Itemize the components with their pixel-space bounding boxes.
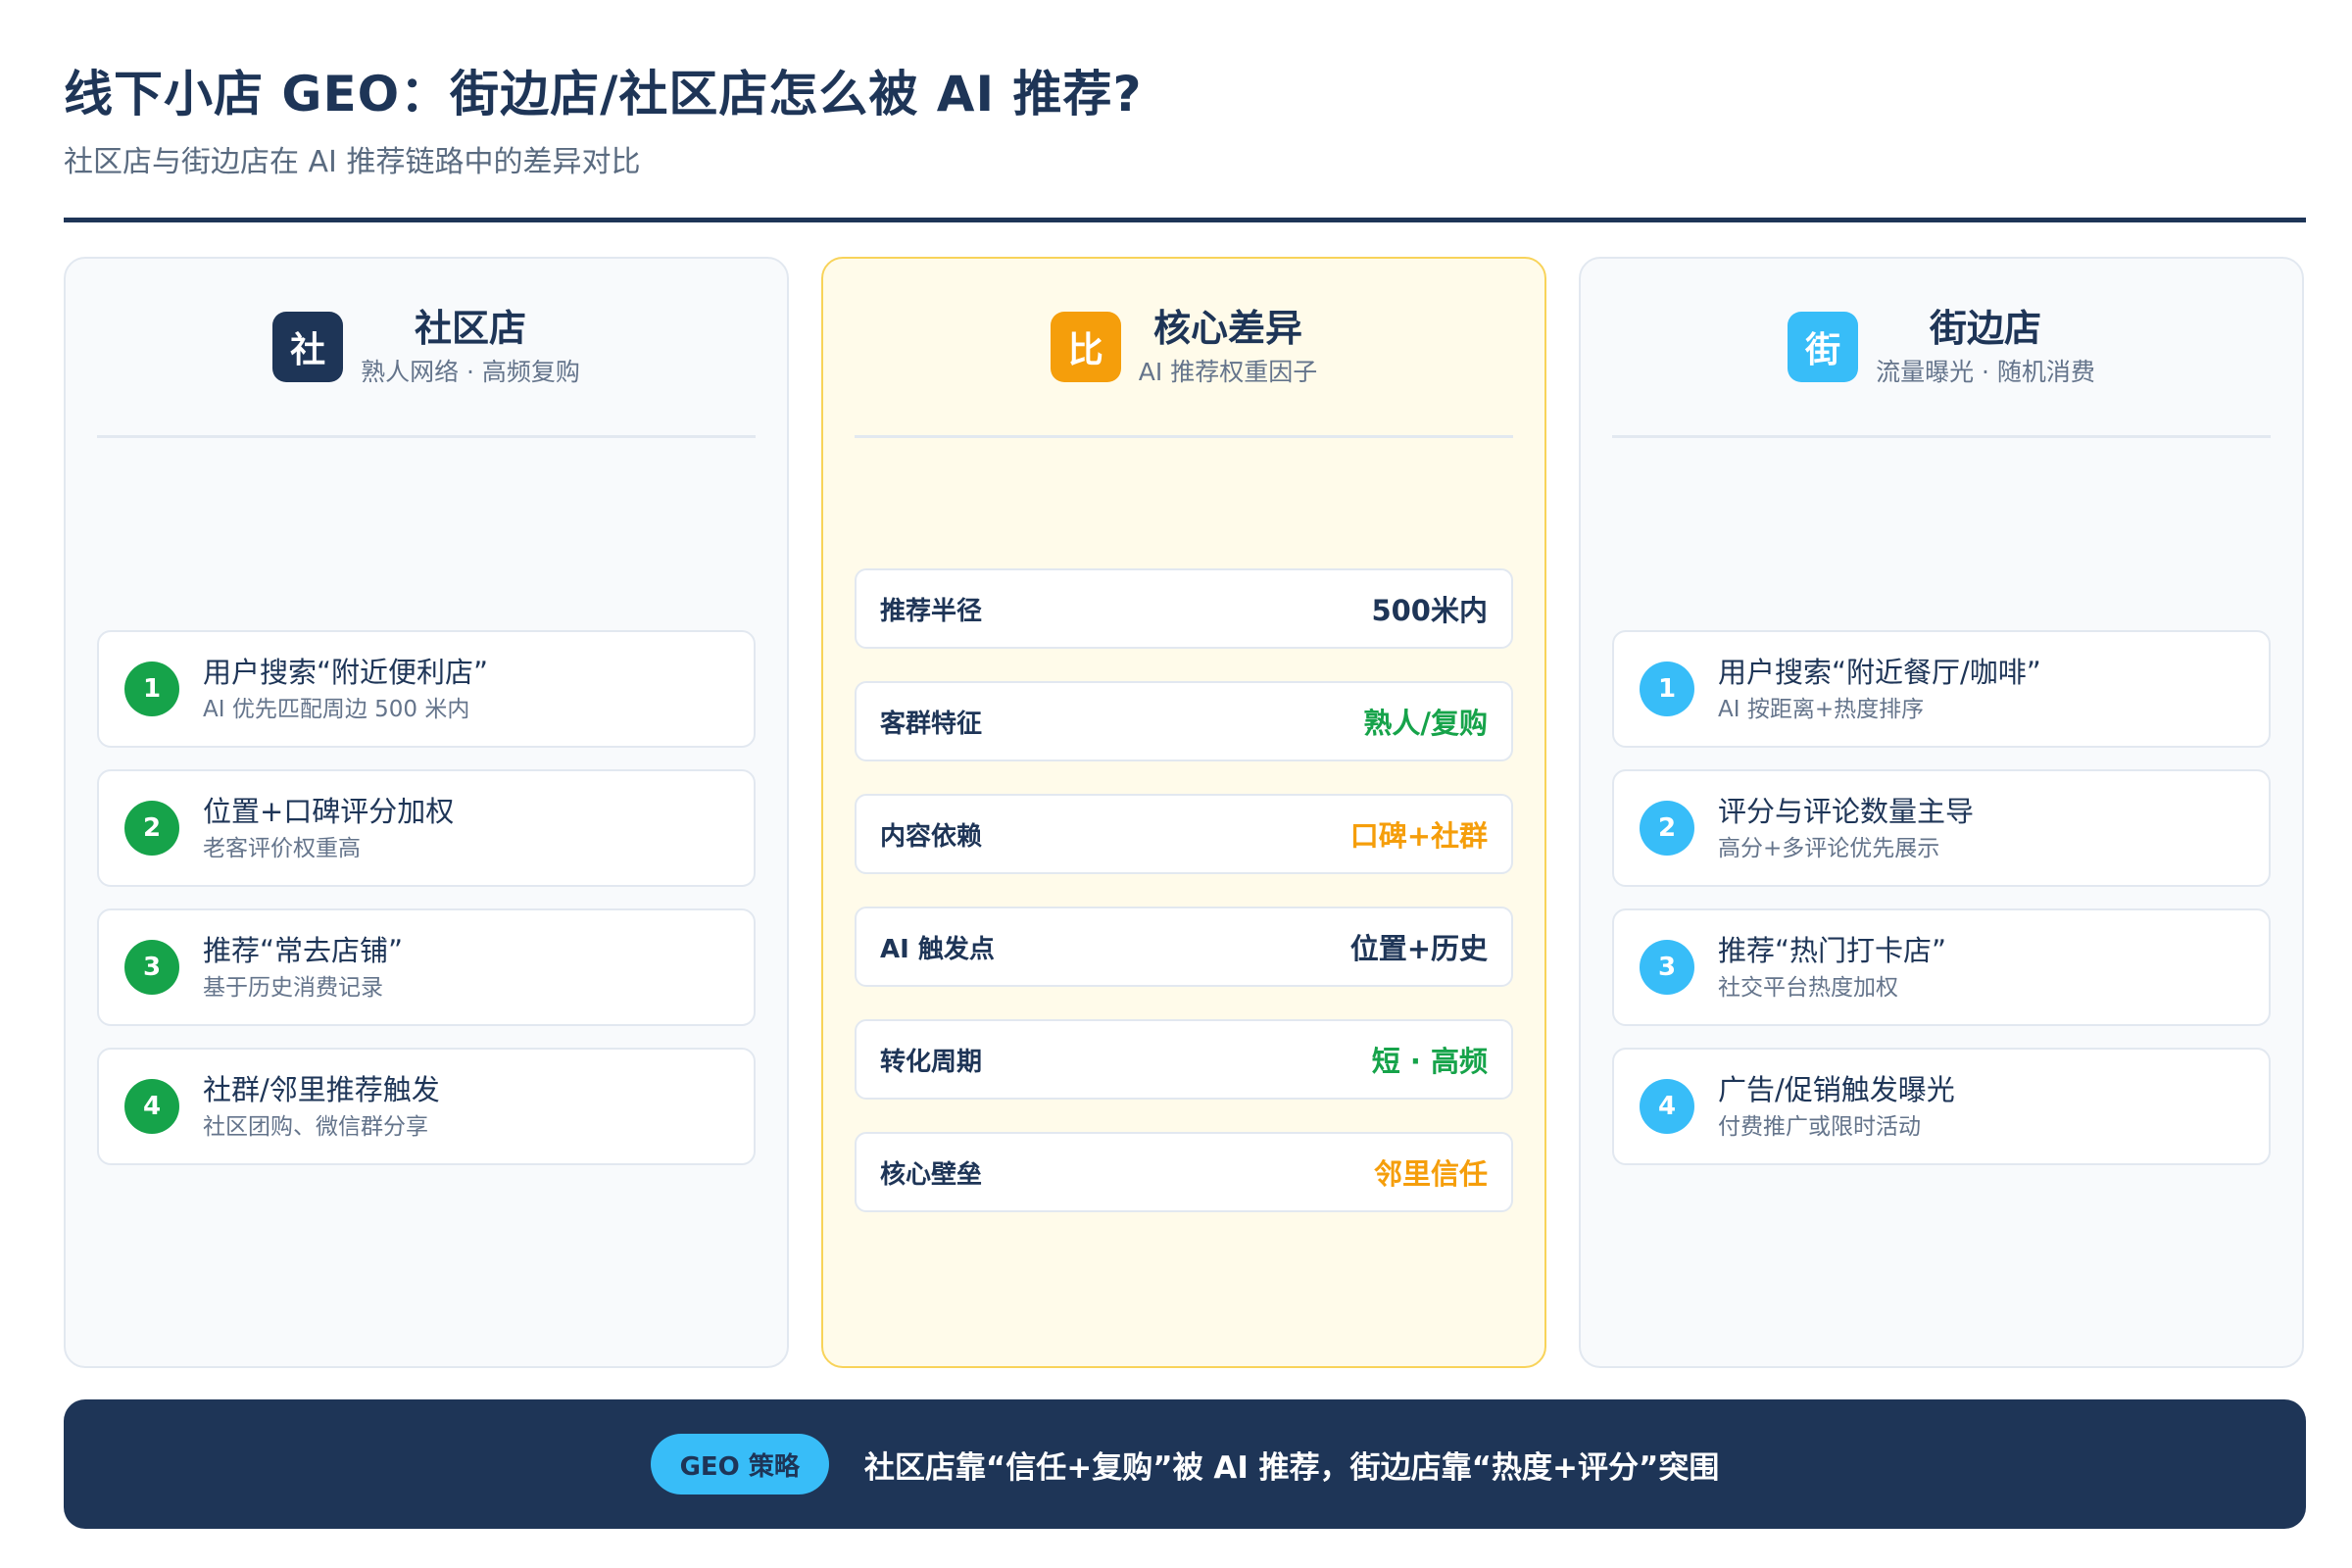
geo-strategy-text: 社区店靠“信任+复购”被 AI 推荐，街边店靠“热度+评分”突围 (863, 1449, 1720, 1486)
core-difference-panel: 比 核心差异 AI 推荐权重因子 推荐半径 500米内 客群特征 熟人/复购 内… (821, 257, 1546, 1368)
page-subtitle: 社区店与街边店在 AI 推荐链路中的差异对比 (64, 145, 641, 179)
metric-label: 推荐半径 (880, 596, 983, 626)
step-number-badge: 4 (1640, 1079, 1694, 1134)
step-title: 用户搜索“附近餐厅/咖啡” (1718, 656, 2041, 689)
step-number-badge: 2 (124, 801, 179, 856)
community-step-4: 4 社群/邻里推荐触发 社区团购、微信群分享 (97, 1048, 756, 1165)
street-step-1: 1 用户搜索“附近餐厅/咖啡” AI 按距离+热度排序 (1612, 630, 2271, 748)
step-number-badge: 3 (124, 940, 179, 995)
metric-value: 短 · 高频 (1371, 1045, 1488, 1078)
step-description: 社区团购、微信群分享 (203, 1114, 428, 1140)
step-title: 评分与评论数量主导 (1718, 795, 1975, 828)
community-step-2: 2 位置+口碑评分加权 老客评价权重高 (97, 769, 756, 887)
page-title: 线下小店 GEO：街边店/社区店怎么被 AI 推荐? (64, 66, 1143, 122)
page: 线下小店 GEO：街边店/社区店怎么被 AI 推荐? 社区店与街边店在 AI 推… (0, 0, 2352, 1568)
geo-strategy-tag: GEO 策略 (650, 1434, 829, 1494)
community-store-header: 社 社区店 熟人网络 · 高频复购 (66, 298, 787, 396)
street-store-header: 街 街边店 流量曝光 · 随机消费 (1581, 298, 2302, 396)
metric-row: 内容依赖 口碑+社群 (855, 794, 1513, 874)
community-store-subtitle: 熟人网络 · 高频复购 (361, 358, 580, 386)
step-description: 社交平台热度加权 (1718, 975, 1898, 1001)
core-difference-header: 比 核心差异 AI 推荐权重因子 (823, 298, 1544, 396)
step-description: AI 按距离+热度排序 (1718, 697, 1925, 722)
street-store-title: 街边店 (1929, 307, 2041, 350)
header-divider (64, 218, 2306, 222)
core-difference-subtitle: AI 推荐权重因子 (1138, 358, 1318, 386)
step-title: 推荐“常去店铺” (203, 934, 404, 967)
community-badge-icon: 社 (272, 312, 344, 382)
step-number-badge: 2 (1640, 801, 1694, 856)
street-divider (1612, 435, 2271, 438)
core-divider (855, 435, 1513, 438)
step-number-badge: 4 (124, 1079, 179, 1134)
street-steps: 1 用户搜索“附近餐厅/咖啡” AI 按距离+热度排序 2 评分与评论数量主导 … (1612, 630, 2271, 1187)
community-divider (97, 435, 756, 438)
community-step-1: 1 用户搜索“附近便利店” AI 优先匹配周边 500 米内 (97, 630, 756, 748)
metric-label: 核心壁垒 (880, 1159, 983, 1190)
step-description: AI 优先匹配周边 500 米内 (203, 697, 470, 722)
metric-label: AI 触发点 (880, 934, 995, 964)
step-number-badge: 1 (124, 662, 179, 716)
metric-row: 推荐半径 500米内 (855, 568, 1513, 649)
core-metrics: 推荐半径 500米内 客群特征 熟人/复购 内容依赖 口碑+社群 AI 触发点 … (855, 568, 1513, 1245)
street-step-4: 4 广告/促销触发曝光 付费推广或限时活动 (1612, 1048, 2271, 1165)
compare-badge-icon: 比 (1050, 312, 1121, 382)
metric-label: 转化周期 (880, 1047, 983, 1077)
core-difference-title: 核心差异 (1152, 307, 1302, 350)
step-title: 社群/邻里推荐触发 (203, 1073, 440, 1106)
community-steps: 1 用户搜索“附近便利店” AI 优先匹配周边 500 米内 2 位置+口碑评分… (97, 630, 756, 1187)
metric-value: 邻里信任 (1373, 1157, 1488, 1191)
metric-value: 位置+历史 (1349, 932, 1488, 965)
metric-row: 核心壁垒 邻里信任 (855, 1132, 1513, 1212)
metric-value: 熟人/复购 (1363, 707, 1488, 740)
step-description: 基于历史消费记录 (203, 975, 383, 1001)
metric-row: AI 触发点 位置+历史 (855, 906, 1513, 987)
step-description: 高分+多评论优先展示 (1718, 836, 1940, 861)
step-description: 老客评价权重高 (203, 836, 361, 861)
street-step-3: 3 推荐“热门打卡店” 社交平台热度加权 (1612, 908, 2271, 1026)
metric-label: 内容依赖 (880, 821, 983, 852)
step-number-badge: 1 (1640, 662, 1694, 716)
step-title: 位置+口碑评分加权 (203, 795, 455, 828)
metric-value: 口碑+社群 (1349, 819, 1488, 853)
step-title: 广告/促销触发曝光 (1718, 1073, 1955, 1106)
community-store-panel: 社 社区店 熟人网络 · 高频复购 1 用户搜索“附近便利店” AI 优先匹配周… (64, 257, 789, 1368)
community-store-title: 社区店 (414, 307, 526, 350)
step-description: 付费推广或限时活动 (1718, 1114, 1921, 1140)
metric-label: 客群特征 (880, 709, 983, 739)
metric-value: 500米内 (1371, 594, 1488, 627)
step-title: 用户搜索“附近便利店” (203, 656, 489, 689)
step-number-badge: 3 (1640, 940, 1694, 995)
street-badge-icon: 街 (1788, 312, 1859, 382)
street-step-2: 2 评分与评论数量主导 高分+多评论优先展示 (1612, 769, 2271, 887)
header: 线下小店 GEO：街边店/社区店怎么被 AI 推荐? 社区店与街边店在 AI 推… (64, 61, 2306, 182)
metric-row: 转化周期 短 · 高频 (855, 1019, 1513, 1100)
geo-strategy-banner: GEO 策略 社区店靠“信任+复购”被 AI 推荐，街边店靠“热度+评分”突围 (64, 1399, 2306, 1529)
metric-row: 客群特征 熟人/复购 (855, 681, 1513, 761)
street-store-subtitle: 流量曝光 · 随机消费 (1876, 358, 2095, 386)
community-step-3: 3 推荐“常去店铺” 基于历史消费记录 (97, 908, 756, 1026)
street-store-panel: 街 街边店 流量曝光 · 随机消费 1 用户搜索“附近餐厅/咖啡” AI 按距离… (1579, 257, 2304, 1368)
step-title: 推荐“热门打卡店” (1718, 934, 1947, 967)
